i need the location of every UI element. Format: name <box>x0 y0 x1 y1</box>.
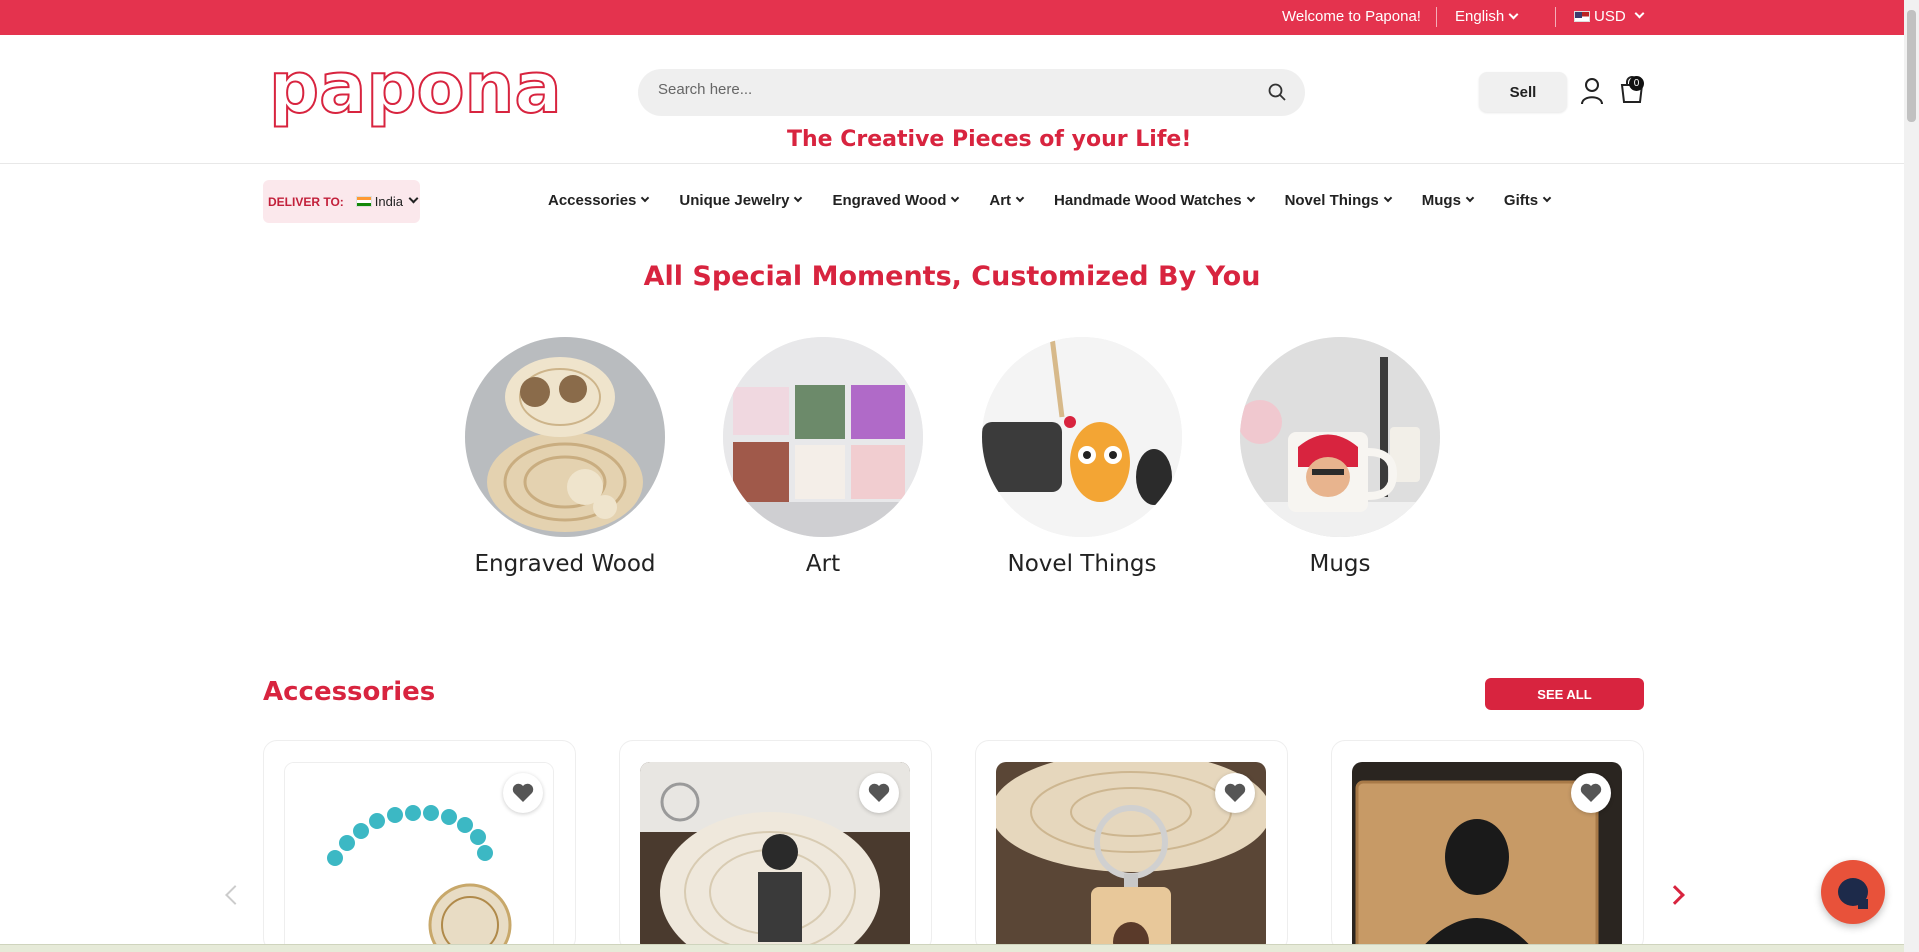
chevron-down-icon <box>1246 193 1255 202</box>
tagline: The Creative Pieces of your Life! <box>787 127 1192 152</box>
scrollbar-track[interactable] <box>1904 0 1919 952</box>
chat-button[interactable] <box>1821 860 1885 924</box>
category-label: Mugs <box>1309 551 1371 577</box>
chevron-down-icon <box>408 193 419 204</box>
category-label: Novel Things <box>1007 551 1157 577</box>
search-bar[interactable] <box>638 69 1305 116</box>
chevron-down-icon <box>1508 9 1519 20</box>
category-image[interactable] <box>1240 337 1440 537</box>
topbar-divider <box>1555 7 1556 27</box>
category-art[interactable]: Art <box>723 337 923 577</box>
chevron-down-icon <box>1383 193 1392 202</box>
heart-icon <box>1224 783 1246 802</box>
chevron-down-icon <box>1542 193 1552 202</box>
nav-item-label: Mugs <box>1421 192 1461 209</box>
main-nav: Accessories Unique Jewelry Engraved Wood… <box>548 192 1552 209</box>
heart-icon <box>512 783 534 802</box>
category-label: Engraved Wood <box>474 551 656 577</box>
section-heading: All Special Moments, Customized By You <box>643 261 1261 292</box>
nav-item-accessories[interactable]: Accessories <box>548 192 650 209</box>
nav-item-label: Art <box>989 192 1012 209</box>
nav-item-label: Engraved Wood <box>832 192 947 209</box>
favorite-button[interactable] <box>859 773 899 813</box>
carousel-prev-icon[interactable] <box>225 885 245 905</box>
papona-logo[interactable]: papona <box>267 60 585 132</box>
nav-item-gifts[interactable]: Gifts <box>1503 192 1552 209</box>
favorite-button[interactable] <box>1215 773 1255 813</box>
logo-text: papona <box>269 60 562 129</box>
nav-item-label: Accessories <box>548 192 637 209</box>
category-image[interactable] <box>465 337 665 537</box>
favorite-button[interactable] <box>1571 773 1611 813</box>
top-bar: Welcome to Papona! English USD <box>0 0 1919 35</box>
category-label: Art <box>805 551 841 577</box>
topbar-divider <box>1436 7 1437 27</box>
nav-item-label: Novel Things <box>1284 192 1379 209</box>
nav-item-label: Gifts <box>1503 192 1539 209</box>
category-image[interactable] <box>723 337 923 537</box>
us-flag-icon <box>1574 11 1590 22</box>
product-card[interactable] <box>1331 740 1644 952</box>
welcome-text: Welcome to Papona! <box>1282 8 1421 25</box>
chevron-down-icon <box>1465 193 1475 202</box>
bottom-strip <box>0 944 1904 952</box>
india-flag-icon <box>355 196 372 207</box>
nav-item-novel-things[interactable]: Novel Things <box>1284 192 1392 209</box>
favorite-button[interactable] <box>503 773 543 813</box>
search-input[interactable] <box>658 81 1238 98</box>
product-card[interactable] <box>263 740 576 952</box>
nav-item-unique-jewelry[interactable]: Unique Jewelry <box>679 192 803 209</box>
product-card[interactable] <box>619 740 932 952</box>
chat-bubble-icon <box>1838 878 1868 909</box>
nav-item-mugs[interactable]: Mugs <box>1421 192 1475 209</box>
header-divider <box>0 163 1904 164</box>
heart-icon <box>1580 783 1602 802</box>
see-all-button[interactable]: SEE ALL <box>1485 678 1644 710</box>
chevron-down-icon <box>1634 8 1645 19</box>
chevron-down-icon <box>794 193 803 202</box>
deliver-to-selector[interactable]: DELIVER TO: India <box>263 180 420 223</box>
user-icon[interactable] <box>1580 77 1604 105</box>
nav-item-art[interactable]: Art <box>989 192 1025 209</box>
category-image[interactable] <box>982 337 1182 537</box>
currency-label: USD <box>1594 8 1626 25</box>
section-title: Accessories <box>263 677 436 707</box>
nav-item-label: Handmade Wood Watches <box>1054 192 1242 209</box>
chevron-down-icon <box>951 193 960 202</box>
cart-count-badge: 0 <box>1629 76 1644 91</box>
nav-item-handmade-wood-watches[interactable]: Handmade Wood Watches <box>1054 192 1255 209</box>
search-icon[interactable] <box>1267 82 1287 102</box>
sell-button[interactable]: Sell <box>1479 72 1567 112</box>
language-selector[interactable]: English <box>1455 8 1519 25</box>
carousel-next-icon[interactable] <box>1665 885 1685 905</box>
currency-selector[interactable]: USD <box>1574 8 1645 25</box>
scrollbar-thumb[interactable] <box>1907 10 1916 122</box>
category-engraved-wood[interactable]: Engraved Wood <box>465 337 665 577</box>
deliver-to-label: DELIVER TO: <box>268 194 344 209</box>
deliver-country: India <box>374 194 403 209</box>
language-label: English <box>1455 8 1505 25</box>
category-mugs[interactable]: Mugs <box>1240 337 1440 577</box>
chevron-down-icon <box>641 193 650 202</box>
heart-icon <box>868 783 890 802</box>
category-novel-things[interactable]: Novel Things <box>982 337 1182 577</box>
product-card[interactable] <box>975 740 1288 952</box>
nav-item-label: Unique Jewelry <box>679 192 790 209</box>
nav-item-engraved-wood[interactable]: Engraved Wood <box>832 192 960 209</box>
chevron-down-icon <box>1015 193 1025 202</box>
